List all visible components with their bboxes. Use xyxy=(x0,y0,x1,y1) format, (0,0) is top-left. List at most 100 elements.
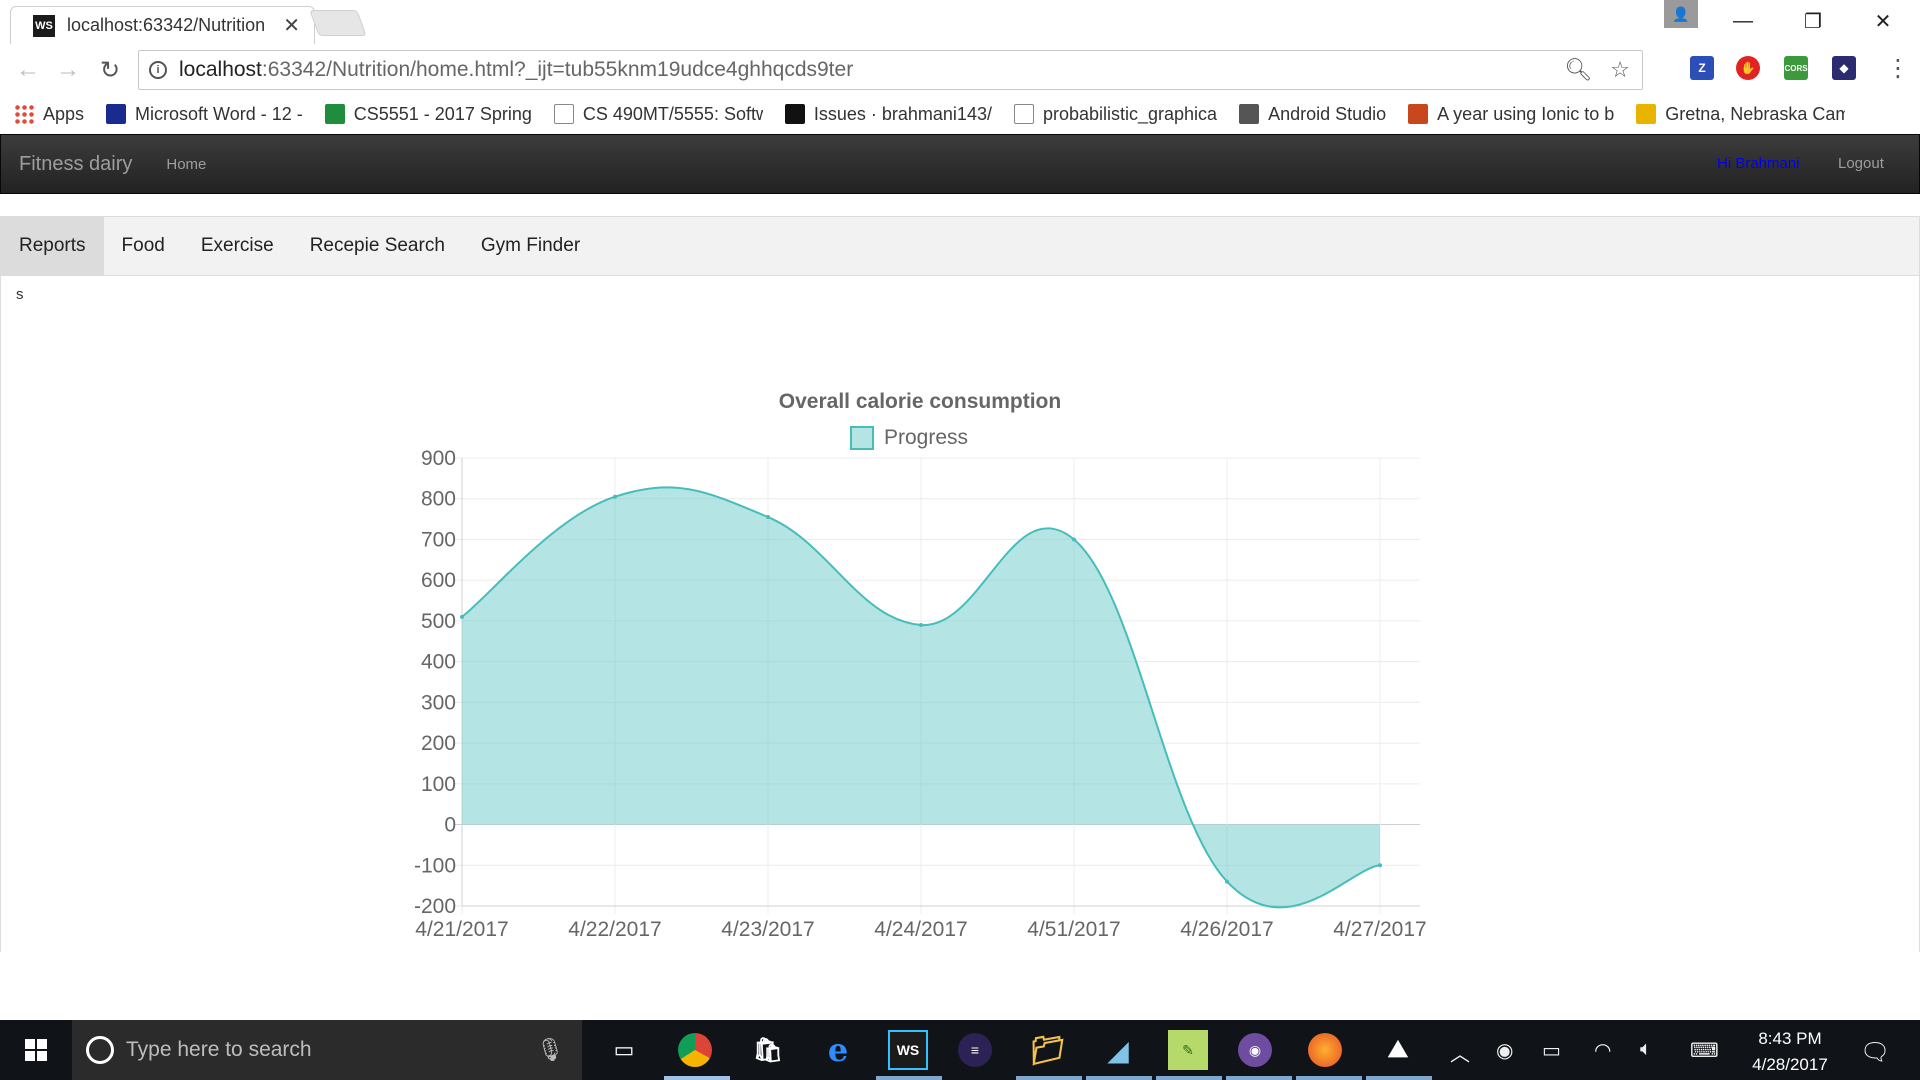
y-tick-label: 900 xyxy=(421,447,456,470)
bookmark-item[interactable]: CS 490MT/5555: Softw xyxy=(553,103,763,125)
bookmark-label: A year using Ionic to b xyxy=(1437,103,1615,124)
windows-taskbar: Type here to search 🎙︎ ▭ 🛍︎ e WS ≡ 📁︎ ◢ … xyxy=(0,1020,1920,1080)
umkc-icon xyxy=(106,104,127,124)
photos-icon[interactable]: ⛰︎ xyxy=(1378,1030,1418,1070)
action-center-icon[interactable]: 🗨︎ xyxy=(1860,1038,1890,1067)
back-icon[interactable]: ← xyxy=(12,54,44,86)
page-icon xyxy=(553,104,574,124)
data-point xyxy=(1225,879,1229,884)
firefox-icon[interactable] xyxy=(1308,1033,1342,1067)
taskbar-clock[interactable]: 8:43 PM 4/28/2017 xyxy=(1744,1026,1836,1078)
url-host: localhost xyxy=(179,58,262,81)
bookmark-label: Gretna, Nebraska Cam xyxy=(1665,103,1846,124)
webstorm-active-indicator xyxy=(876,1076,942,1080)
keyboard-icon[interactable]: ⌨︎ xyxy=(1690,1038,1719,1063)
browser-toolbar: ← → ↻ i localhost:63342/Nutrition/home.h… xyxy=(0,44,1920,96)
firefox-active-indicator xyxy=(1296,1076,1362,1080)
tab-food[interactable]: Food xyxy=(104,217,183,275)
minimize-icon[interactable]: — xyxy=(1718,6,1768,36)
tab-exercise[interactable]: Exercise xyxy=(183,217,292,275)
taskbar-search-placeholder: Type here to search xyxy=(126,1038,312,1061)
battery-icon[interactable]: ▭ xyxy=(1542,1038,1561,1063)
bookmark-item[interactable]: Apps xyxy=(14,104,84,125)
microphone-icon[interactable]: 🎙︎ xyxy=(536,1037,564,1063)
adblock-extension-icon[interactable]: ✋ xyxy=(1736,56,1760,80)
taskbar-search-box[interactable]: Type here to search 🎙︎ xyxy=(72,1020,582,1080)
sheets-icon xyxy=(324,104,345,124)
edge-icon[interactable]: e xyxy=(818,1030,858,1070)
bookmark-label: CS5551 - 2017 Spring xyxy=(353,103,532,124)
close-tab-icon[interactable]: ✕ xyxy=(283,13,300,38)
webstorm-icon[interactable]: WS xyxy=(888,1030,928,1070)
zoom-icon[interactable]: 🔍︎ xyxy=(1564,57,1592,83)
bookmark-item[interactable]: A year using Ionic to b xyxy=(1408,104,1614,125)
clock-date: 4/28/2017 xyxy=(1752,1055,1828,1074)
bookmark-star-icon[interactable]: ☆ xyxy=(1610,57,1630,83)
home-link[interactable]: Home xyxy=(166,156,206,173)
volume-icon[interactable]: 🔈︎ xyxy=(1640,1038,1652,1061)
eclipse-icon[interactable]: ≡ xyxy=(958,1033,992,1067)
file-explorer-icon[interactable]: 📁︎ xyxy=(1028,1030,1068,1070)
url-path: :63342/Nutrition/home.html?_ijt=tub55knm… xyxy=(261,58,854,81)
y-tick-label: 200 xyxy=(421,732,456,755)
show-hidden-icons-icon[interactable]: ︿ xyxy=(1450,1038,1470,1067)
github-desktop-icon[interactable]: ◉ xyxy=(1238,1033,1272,1067)
wifi-icon[interactable]: ◠ xyxy=(1594,1038,1611,1063)
tab-title: localhost:63342/Nutrition xyxy=(67,15,266,35)
photos-active-indicator xyxy=(1366,1076,1432,1080)
close-window-icon[interactable]: ✕ xyxy=(1858,6,1908,36)
bookmark-label: probabilistic_graphica xyxy=(1042,103,1218,124)
windows-start-icon[interactable] xyxy=(10,1020,62,1080)
x-tick-label: 4/27/2017 xyxy=(1333,918,1426,941)
logout-link[interactable]: Logout xyxy=(1838,155,1884,172)
store-icon[interactable]: 🛍︎ xyxy=(748,1030,788,1070)
address-bar[interactable]: i localhost:63342/Nutrition/home.html?_i… xyxy=(138,50,1643,90)
github-active-indicator xyxy=(1226,1076,1292,1080)
zotero-extension-icon[interactable]: Z xyxy=(1690,56,1714,80)
x-tick-label: 4/23/2017 xyxy=(721,918,814,941)
stray-text: s xyxy=(16,286,24,303)
page-icon xyxy=(1013,104,1034,124)
info-icon[interactable]: i xyxy=(149,61,167,79)
browser-tab[interactable]: WS localhost:63342/Nutrition ✕ xyxy=(10,6,315,44)
bookmark-item[interactable]: CS5551 - 2017 Spring xyxy=(324,103,532,125)
profile-icon[interactable]: 👤 xyxy=(1664,0,1698,28)
bookmark-item[interactable]: Android Studio xyxy=(1239,104,1386,125)
y-tick-label: 400 xyxy=(421,651,456,674)
tab-gym-finder[interactable]: Gym Finder xyxy=(463,217,598,275)
clock-time: 8:43 PM xyxy=(1758,1029,1822,1048)
reload-icon[interactable]: ↻ xyxy=(94,54,126,86)
new-tab-button[interactable] xyxy=(309,10,367,36)
restore-icon[interactable]: ❐ xyxy=(1788,6,1838,36)
data-point xyxy=(460,614,464,619)
chrome-icon[interactable] xyxy=(678,1033,712,1067)
cors-extension-icon[interactable]: CORS xyxy=(1784,56,1808,80)
browser-tabstrip: WS localhost:63342/Nutrition ✕ 👤 — ❐ ✕ xyxy=(0,0,1920,44)
bookmark-item[interactable]: Gretna, Nebraska Cam xyxy=(1636,104,1845,125)
tab-recepie-search[interactable]: Recepie Search xyxy=(292,217,463,275)
tab-reports[interactable]: Reports xyxy=(1,217,104,275)
task-view-icon[interactable]: ▭ xyxy=(604,1030,644,1070)
bookmark-label: Microsoft Word - 12 - xyxy=(135,103,303,124)
chrome-active-indicator xyxy=(664,1076,730,1080)
bookmark-item[interactable]: probabilistic_graphica xyxy=(1013,103,1218,125)
forward-icon[interactable]: → xyxy=(52,54,84,86)
y-tick-label: 500 xyxy=(421,610,456,633)
calorie-chart: Overall calorie consumption Progress 900… xyxy=(400,380,1440,950)
brand-link[interactable]: Fitness dairy xyxy=(19,153,132,176)
extension-icon[interactable]: ◆ xyxy=(1832,56,1856,80)
bookmark-label: Android Studio xyxy=(1268,103,1387,124)
y-tick-label: 300 xyxy=(421,691,456,714)
bookmark-item[interactable]: Issues · brahmani143/ xyxy=(784,104,992,125)
app-icon[interactable]: ◢ xyxy=(1098,1030,1138,1070)
browser-menu-icon[interactable]: ⋮ xyxy=(1886,54,1910,83)
image-editor-icon[interactable]: ✎ xyxy=(1168,1030,1208,1070)
bookmark-label: CS 490MT/5555: Softw xyxy=(582,103,763,124)
y-tick-label: 0 xyxy=(444,814,456,837)
record-icon[interactable]: ◉ xyxy=(1496,1038,1513,1063)
x-tick-label: 4/22/2017 xyxy=(568,918,661,941)
y-tick-label: 700 xyxy=(421,528,456,551)
bookmark-label: Apps xyxy=(43,103,85,124)
bookmark-item[interactable]: Microsoft Word - 12 - xyxy=(106,104,303,125)
user-greeting-link[interactable]: Hi Brahmani xyxy=(1717,155,1800,172)
